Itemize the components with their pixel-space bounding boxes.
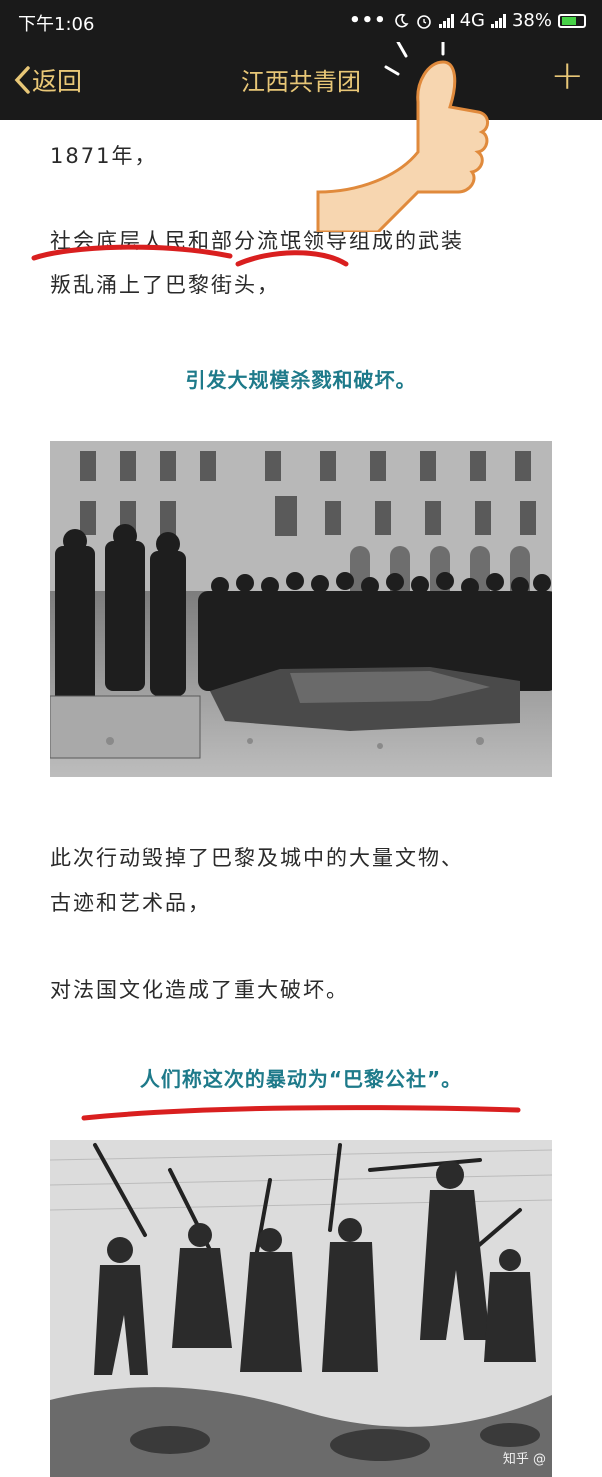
watermark-text: 知乎 @ <box>502 1452 546 1467</box>
year-line: 1871年， <box>50 144 158 168</box>
article-content: 1871年， 社会底层人民和部分流氓领导组成的武装 叛乱涌上了巴黎街头， 引发大… <box>0 120 602 1477</box>
highlight-heading-2: 人们称这次的暴动为“巴黎公社”。 <box>139 1067 463 1091</box>
para1-line2: 叛乱涌上了巴黎街头， <box>50 273 280 297</box>
photo-graphic <box>50 441 552 777</box>
para2-line2: 古迹和艺术品， <box>50 891 211 915</box>
notification-dots-icon: ••• <box>349 10 387 31</box>
status-time: 下午1:06 <box>18 14 95 35</box>
status-icons: ••• 4G 38% <box>349 10 586 31</box>
engraving-graphic <box>50 1140 552 1477</box>
para2-line1: 此次行动毁掉了巴黎及城中的大量文物、 <box>50 846 464 870</box>
network-type: 4G <box>459 10 485 31</box>
signal-icon-2 <box>490 13 506 28</box>
alarm-icon <box>416 14 431 29</box>
para1-line1: 社会底层人民和部分流氓领导组成的武装 <box>50 229 464 253</box>
battery-percent: 38% <box>511 10 552 31</box>
signal-icon <box>438 13 454 28</box>
battery-icon <box>558 13 586 28</box>
top-bar: 下午1:06 ••• 4G 38% 返回 江西共青团 + <box>0 0 602 120</box>
page-title: 江西共青团 <box>241 68 361 96</box>
moon-icon <box>394 13 409 27</box>
highlight-heading-1: 引发大规模杀戮和破坏。 <box>185 368 417 392</box>
status-bar: 下午1:06 ••• 4G 38% <box>0 0 602 42</box>
para3: 对法国文化造成了重大破坏。 <box>50 978 349 1002</box>
nav-bar: 返回 江西共青团 + <box>0 42 602 120</box>
plus-icon[interactable]: + <box>550 56 584 96</box>
engraving-illustration: 知乎 @ <box>50 1140 552 1477</box>
photo-toppled-statue <box>50 441 552 777</box>
